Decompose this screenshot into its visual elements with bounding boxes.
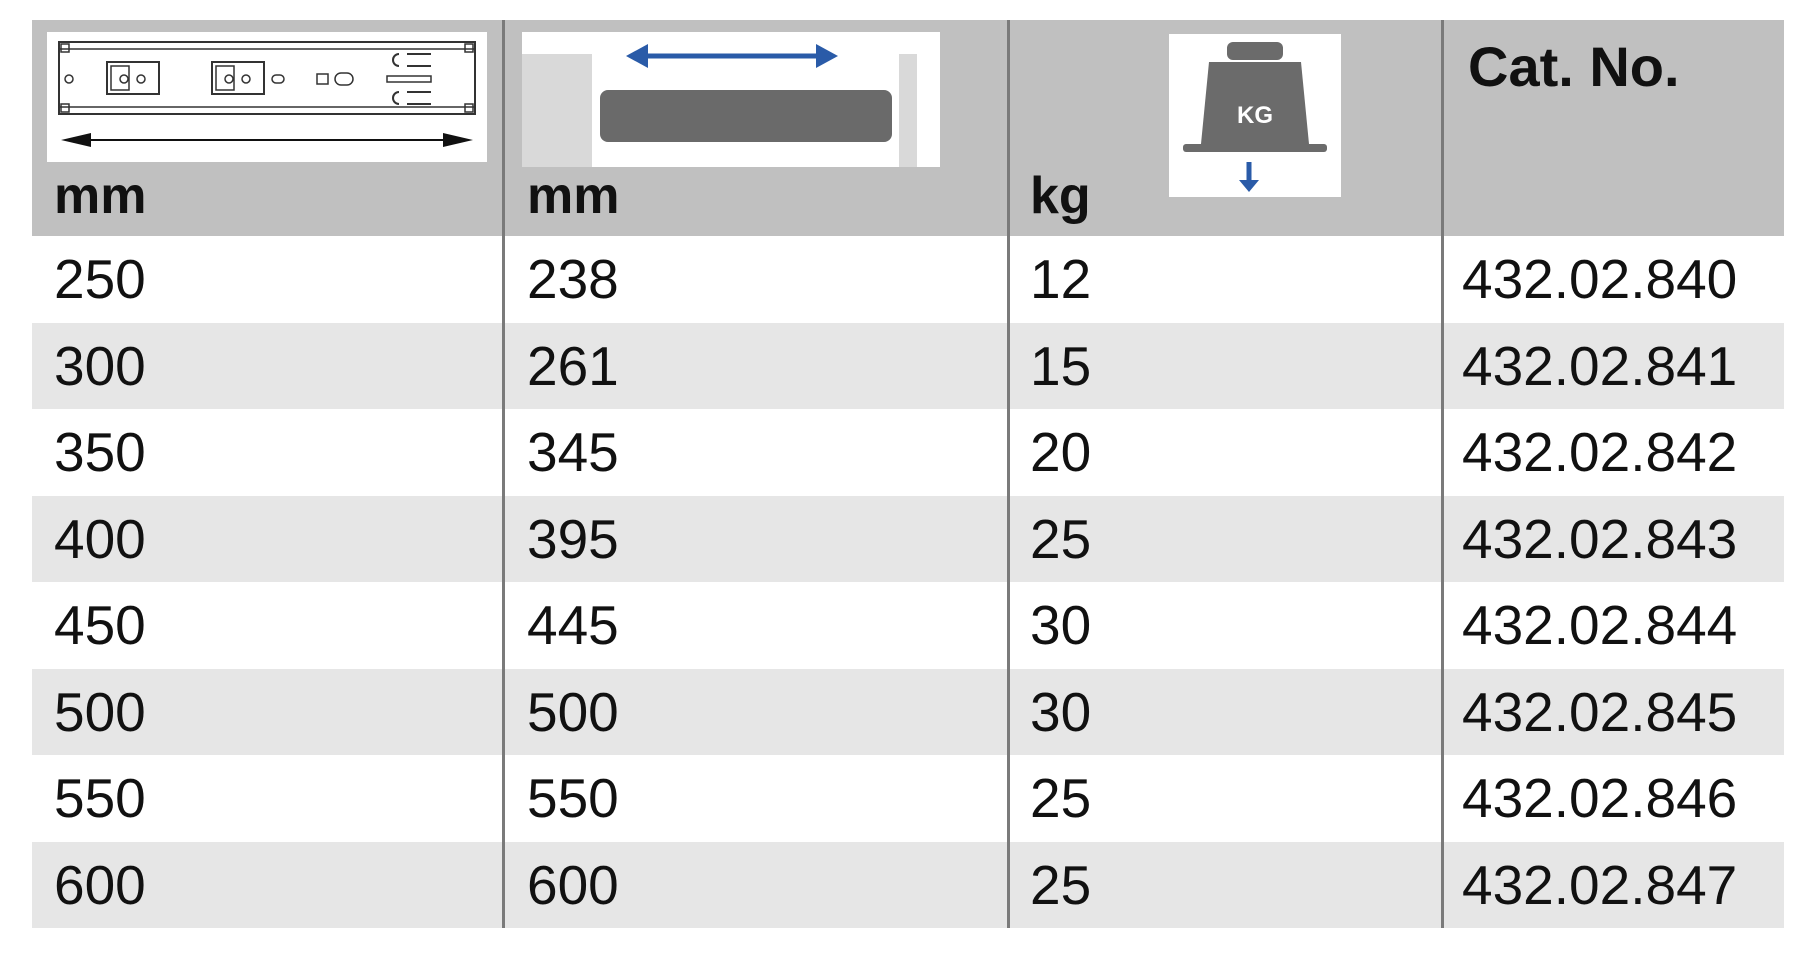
header-cell-load: kg KG xyxy=(1010,20,1441,236)
cell-length: 350 xyxy=(54,421,146,483)
header-unit-load: kg xyxy=(1030,167,1091,225)
cell-length: 450 xyxy=(54,594,146,656)
header-cell-length: mm xyxy=(32,20,502,236)
header-label-catalog-number: Cat. No. xyxy=(1468,35,1680,98)
column-divider xyxy=(1007,409,1010,496)
column-divider xyxy=(1441,236,1444,323)
cell-catalog-number: 432.02.843 xyxy=(1462,507,1738,570)
column-divider xyxy=(502,841,505,928)
column-divider xyxy=(502,755,505,842)
table-row: 550 550 25 432.02.846 xyxy=(32,755,1784,842)
cell-load: 15 xyxy=(1030,334,1092,397)
cell-load: 20 xyxy=(1030,421,1092,483)
table-header: mm mm kg KG Cat. No. xyxy=(32,20,1784,236)
table-row: 500 500 30 432.02.845 xyxy=(32,668,1784,755)
cell-catalog-number: 432.02.841 xyxy=(1462,334,1738,397)
cell-catalog-number: 432.02.840 xyxy=(1462,248,1738,310)
cell-extension: 345 xyxy=(527,421,619,483)
cell-extension: 600 xyxy=(527,853,619,916)
column-divider xyxy=(502,495,505,582)
cell-load: 25 xyxy=(1030,507,1092,570)
cell-load: 25 xyxy=(1030,767,1092,829)
cell-extension: 261 xyxy=(527,334,619,397)
column-divider xyxy=(1007,236,1010,323)
table-body: 250 238 12 432.02.840 300 261 15 432.02.841 350 3… xyxy=(32,236,1784,928)
cell-catalog-number: 432.02.846 xyxy=(1462,767,1738,829)
table-row: 350 345 20 432.02.842 xyxy=(32,409,1784,496)
cell-length: 300 xyxy=(54,334,146,397)
cell-load: 12 xyxy=(1030,248,1092,310)
column-divider xyxy=(1007,322,1010,409)
cell-extension: 445 xyxy=(527,594,619,656)
column-divider xyxy=(502,236,505,323)
cell-load: 30 xyxy=(1030,594,1092,656)
header-unit-extension: mm xyxy=(527,167,620,225)
cell-catalog-number: 432.02.845 xyxy=(1462,680,1738,743)
drawer-slide-length-icon xyxy=(47,32,487,162)
header-cell-extension: mm xyxy=(505,20,1007,236)
cell-extension: 500 xyxy=(527,680,619,743)
weight-icon-label: KG xyxy=(1237,102,1273,129)
table-row: 400 395 25 432.02.843 xyxy=(32,495,1784,582)
table-row: 300 261 15 432.02.841 xyxy=(32,322,1784,409)
table-row: 250 238 12 432.02.840 xyxy=(32,236,1784,323)
column-divider xyxy=(1441,495,1444,582)
column-divider xyxy=(1441,841,1444,928)
column-divider xyxy=(1007,841,1010,928)
load-capacity-weight-icon: KG xyxy=(1169,34,1341,197)
table-row: 450 445 30 432.02.844 xyxy=(32,582,1784,669)
column-divider xyxy=(1441,322,1444,409)
column-divider xyxy=(1441,755,1444,842)
column-divider xyxy=(502,668,505,755)
cell-load: 30 xyxy=(1030,680,1092,743)
cell-extension: 395 xyxy=(527,507,619,570)
table-row: 600 600 25 432.02.847 xyxy=(32,841,1784,928)
cell-catalog-number: 432.02.847 xyxy=(1462,853,1738,916)
column-divider xyxy=(1007,755,1010,842)
column-divider xyxy=(502,582,505,669)
header-unit-length: mm xyxy=(54,167,147,225)
cell-length: 550 xyxy=(54,767,146,829)
column-divider xyxy=(502,409,505,496)
cell-catalog-number: 432.02.842 xyxy=(1462,421,1738,483)
column-divider xyxy=(1007,495,1010,582)
column-divider xyxy=(1007,668,1010,755)
column-divider xyxy=(1441,582,1444,669)
cell-extension: 550 xyxy=(527,767,619,829)
extension-travel-icon xyxy=(522,32,940,167)
cell-length: 400 xyxy=(54,507,146,570)
header-cell-catalog-number: Cat. No. xyxy=(1444,20,1784,236)
product-spec-table: mm mm kg KG Cat. No. 250 238 12 432.02.8… xyxy=(32,20,1784,928)
column-divider xyxy=(502,322,505,409)
column-divider xyxy=(1441,668,1444,755)
column-divider xyxy=(1007,582,1010,669)
cell-catalog-number: 432.02.844 xyxy=(1462,594,1738,656)
cell-extension: 238 xyxy=(527,248,619,310)
column-divider xyxy=(1441,409,1444,496)
cell-length: 600 xyxy=(54,853,146,916)
cell-length: 500 xyxy=(54,680,146,743)
cell-length: 250 xyxy=(54,248,146,310)
cell-load: 25 xyxy=(1030,853,1092,916)
